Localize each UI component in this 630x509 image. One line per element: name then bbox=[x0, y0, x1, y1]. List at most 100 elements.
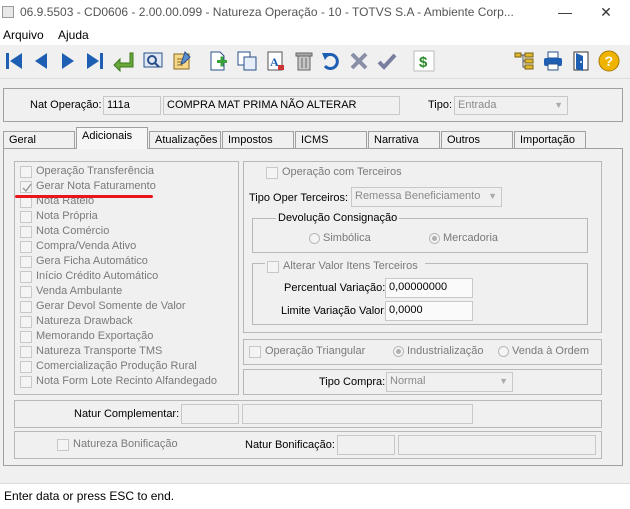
checkbox-box[interactable] bbox=[20, 241, 32, 253]
chevron-down-icon: ▼ bbox=[554, 100, 563, 110]
tab-atualizacoes[interactable]: Atualizações bbox=[149, 131, 221, 148]
new-record-icon[interactable] bbox=[207, 50, 229, 72]
next-record-icon[interactable] bbox=[57, 50, 79, 72]
checkbox-box[interactable] bbox=[20, 361, 32, 373]
first-record-icon[interactable] bbox=[3, 50, 25, 72]
status-text: Enter data or press ESC to end. bbox=[4, 489, 175, 503]
checkbox-box[interactable] bbox=[266, 167, 278, 179]
radio-dot bbox=[396, 349, 401, 354]
tree-icon[interactable] bbox=[513, 50, 535, 72]
checkbox-label: Gerar Nota Faturamento bbox=[36, 180, 156, 192]
goto-icon[interactable] bbox=[112, 50, 134, 72]
toolbar: A $ ? bbox=[0, 45, 630, 79]
checkbox-box[interactable] bbox=[249, 346, 261, 358]
svg-text:$: $ bbox=[419, 54, 428, 71]
checkbox-box[interactable] bbox=[20, 301, 32, 313]
radio-simbolica-label: Simbólica bbox=[323, 232, 371, 244]
app-icon bbox=[2, 6, 14, 18]
tab-outros[interactable]: Outros bbox=[441, 131, 513, 148]
tipo-compra-select[interactable]: Normal ▼ bbox=[386, 372, 513, 392]
menu-ajuda[interactable]: Ajuda bbox=[58, 28, 89, 42]
tipo-oper-terceiros-label: Tipo Oper Terceiros: bbox=[249, 192, 349, 204]
tab-impostos[interactable]: Impostos bbox=[222, 131, 294, 148]
search-icon[interactable] bbox=[142, 50, 164, 72]
delete-icon[interactable] bbox=[293, 50, 315, 72]
tab-narrativa[interactable]: Narrativa bbox=[368, 131, 440, 148]
natur-bonificacao-desc-field[interactable] bbox=[398, 435, 596, 455]
checkbox-label: Natureza Bonificação bbox=[73, 438, 178, 450]
chevron-down-icon: ▼ bbox=[499, 376, 508, 386]
checkbox-box[interactable] bbox=[20, 256, 32, 268]
radio-dot bbox=[432, 236, 437, 241]
radio-venda-ordem-label: Venda à Ordem bbox=[512, 345, 590, 357]
checkbox-box[interactable] bbox=[20, 376, 32, 388]
checkbox-box[interactable] bbox=[20, 286, 32, 298]
checkbox-box[interactable] bbox=[20, 316, 32, 328]
dollar-icon[interactable]: $ bbox=[413, 50, 435, 72]
tab-icms[interactable]: ICMS bbox=[295, 131, 367, 148]
natur-bonificacao-code-field[interactable] bbox=[337, 435, 395, 455]
tipo-compra-value: Normal bbox=[390, 375, 426, 387]
close-button[interactable]: ✕ bbox=[598, 3, 614, 21]
checkbox-box[interactable] bbox=[57, 439, 69, 451]
menu-bar: Arquivo Ajuda bbox=[0, 26, 630, 45]
tipo-oper-terceiros-select[interactable]: Remessa Beneficiamento ▼ bbox=[351, 187, 502, 207]
tab-adicionais[interactable]: Adicionais bbox=[76, 127, 148, 149]
checkbox-label: Operação com Terceiros bbox=[282, 166, 402, 178]
undo-icon[interactable] bbox=[320, 50, 342, 72]
tab-importacao[interactable]: Importação bbox=[514, 131, 586, 148]
menu-arquivo[interactable]: Arquivo bbox=[3, 28, 44, 42]
checkbox-box[interactable] bbox=[20, 331, 32, 343]
status-bar: Enter data or press ESC to end. bbox=[0, 483, 630, 509]
checkbox-label: Gerar Devol Somente de Valor bbox=[36, 300, 186, 312]
checkbox-box[interactable] bbox=[20, 226, 32, 238]
last-record-icon[interactable] bbox=[84, 50, 106, 72]
limite-variacao-field[interactable]: 0,0000 bbox=[385, 301, 473, 321]
checkbox-box[interactable] bbox=[20, 346, 32, 358]
chevron-down-icon: ▼ bbox=[488, 191, 497, 201]
minimize-button[interactable]: — bbox=[557, 3, 573, 21]
checkbox-box[interactable] bbox=[20, 166, 32, 178]
red-underline-annotation bbox=[15, 195, 153, 198]
radio-mercadoria-label: Mercadoria bbox=[443, 232, 499, 244]
edit-record-icon[interactable] bbox=[171, 50, 193, 72]
checkbox-alterar-valor-itens[interactable]: Alterar Valor Itens Terceiros bbox=[265, 260, 425, 274]
copy-record-icon[interactable] bbox=[236, 50, 258, 72]
radio-mercadoria[interactable] bbox=[429, 233, 440, 244]
checkbox-label: Comercialização Produção Rural bbox=[36, 360, 197, 372]
nat-operacao-label: Nat Operação: bbox=[30, 99, 102, 111]
tipo-select[interactable]: Entrada ▼ bbox=[454, 96, 568, 115]
checkbox-label: Operação Transferência bbox=[36, 165, 155, 177]
checkbox-box[interactable] bbox=[20, 271, 32, 283]
nat-code-field[interactable]: 111a bbox=[103, 96, 161, 115]
checkbox-label: Gera Ficha Automático bbox=[36, 255, 148, 267]
adicionais-panel: Operação Transferência Gerar Nota Fatura… bbox=[3, 148, 623, 466]
svg-text:?: ? bbox=[605, 53, 614, 69]
print-icon[interactable] bbox=[542, 50, 564, 72]
checkmark-icon bbox=[22, 183, 32, 193]
checkbox-label: Operação Triangular bbox=[265, 345, 366, 357]
natur-bonificacao-label: Natur Bonificação: bbox=[245, 439, 335, 451]
checkbox-box-checked[interactable] bbox=[20, 181, 32, 193]
percentual-variacao-field[interactable]: 0,00000000 bbox=[385, 278, 473, 298]
help-icon[interactable]: ? bbox=[598, 50, 620, 72]
replace-icon[interactable]: A bbox=[264, 50, 286, 72]
radio-simbolica[interactable] bbox=[309, 233, 320, 244]
radio-industrializacao[interactable] bbox=[393, 346, 404, 357]
previous-record-icon[interactable] bbox=[30, 50, 52, 72]
tab-geral[interactable]: Geral bbox=[3, 131, 75, 148]
checkbox-label: Natureza Transporte TMS bbox=[36, 345, 163, 357]
natur-complementar-label: Natur Complementar: bbox=[74, 408, 180, 420]
natur-complementar-code-field[interactable] bbox=[181, 404, 239, 424]
radio-venda-ordem[interactable] bbox=[498, 346, 509, 357]
checkbox-box[interactable] bbox=[267, 261, 279, 273]
natur-complementar-desc-field[interactable] bbox=[242, 404, 473, 424]
tipo-label: Tipo: bbox=[428, 99, 453, 111]
checkbox-label: Compra/Venda Ativo bbox=[36, 240, 137, 252]
checkbox-box[interactable] bbox=[20, 211, 32, 223]
nat-description-field[interactable]: COMPRA MAT PRIMA NÃO ALTERAR bbox=[163, 96, 400, 115]
checkbox-label: Venda Ambulante bbox=[36, 285, 123, 297]
exit-icon[interactable] bbox=[570, 50, 592, 72]
cancel-icon[interactable] bbox=[348, 50, 370, 72]
confirm-icon[interactable] bbox=[376, 50, 398, 72]
